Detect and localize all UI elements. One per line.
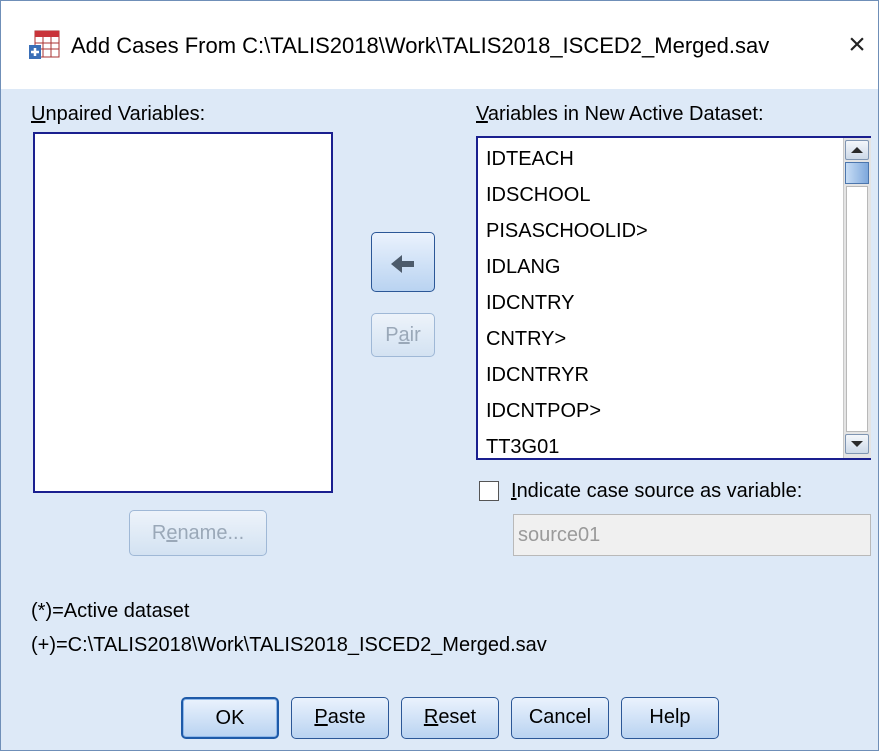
list-item[interactable]: PISASCHOOLID> (486, 219, 648, 243)
close-button[interactable]: × (839, 25, 875, 65)
chevron-down-icon (851, 441, 863, 447)
active-dataset-variables-list[interactable]: IDTEACH IDSCHOOL PISASCHOOLID> IDLANG ID… (476, 136, 871, 460)
window-title: Add Cases From C:\TALIS2018\Work\TALIS20… (71, 33, 770, 58)
dataset-path-legend: (+)=C:\TALIS2018\Work\TALIS2018_ISCED2_M… (31, 634, 547, 656)
rename-button[interactable]: Rename... (129, 510, 267, 556)
paste-button[interactable]: Paste (291, 697, 389, 739)
active-dataset-variables-label: Variables in New Active Dataset: (476, 103, 764, 125)
ok-button[interactable]: OK (181, 697, 279, 739)
active-dataset-legend: (*)=Active dataset (31, 600, 190, 622)
list-item[interactable]: IDTEACH (486, 147, 574, 171)
close-icon: × (848, 28, 866, 61)
unpaired-variables-list[interactable] (33, 132, 333, 493)
cancel-button[interactable]: Cancel (511, 697, 609, 739)
spss-add-cases-icon (29, 30, 60, 59)
scroll-up-button[interactable] (845, 140, 869, 160)
case-source-variable-field[interactable] (513, 514, 871, 556)
list-item[interactable]: TT3G01 (486, 435, 559, 459)
list-item[interactable]: IDCNTRY (486, 291, 575, 315)
case-source-label[interactable]: Indicate case source as variable: (511, 479, 802, 503)
scroll-thumb[interactable] (845, 162, 869, 184)
list-item[interactable]: IDSCHOOL (486, 183, 590, 207)
title-bar[interactable]: Add Cases From C:\TALIS2018\Work\TALIS20… (1, 1, 878, 89)
list-item[interactable]: IDLANG (486, 255, 560, 279)
chevron-up-icon (851, 147, 863, 153)
list-item[interactable]: IDCNTPOP> (486, 399, 601, 423)
scroll-down-button[interactable] (845, 434, 869, 454)
help-button[interactable]: Help (621, 697, 719, 739)
unpaired-variables-label: Unpaired Variables: (31, 103, 206, 125)
scroll-track[interactable] (846, 186, 868, 432)
arrow-left-icon (391, 254, 414, 273)
case-source-checkbox[interactable] (479, 481, 499, 501)
add-cases-dialog: Add Cases From C:\TALIS2018\Work\TALIS20… (0, 0, 879, 751)
list-item[interactable]: CNTRY> (486, 327, 566, 351)
list-item[interactable]: IDCNTRYR (486, 363, 589, 387)
move-variable-button[interactable] (371, 232, 435, 292)
pair-button[interactable]: Pair (371, 313, 435, 357)
reset-button[interactable]: Reset (401, 697, 499, 739)
vertical-scrollbar[interactable] (843, 138, 871, 458)
